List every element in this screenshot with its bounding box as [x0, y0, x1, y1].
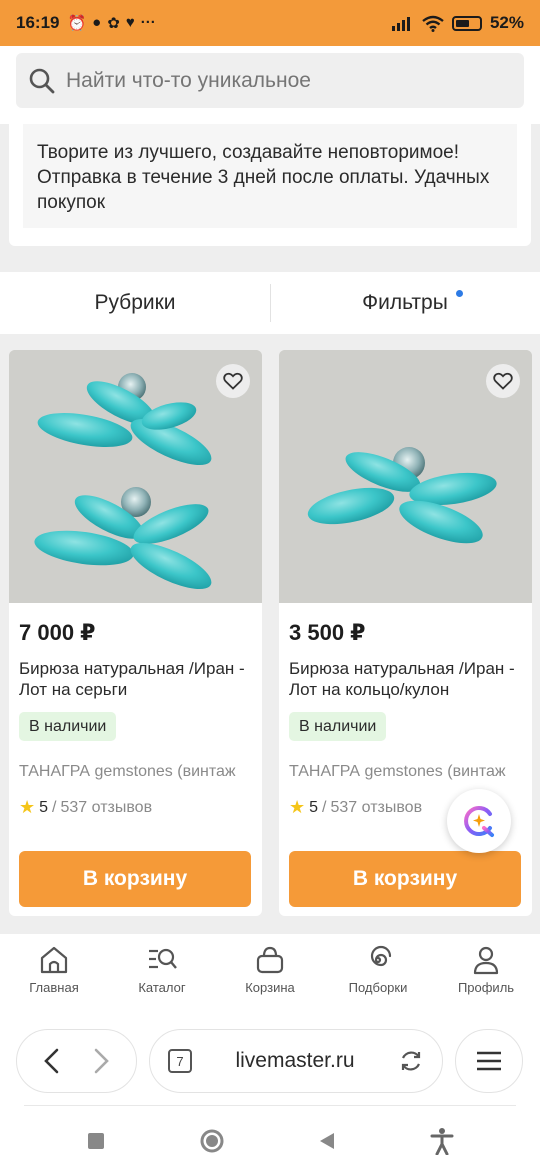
favorite-button[interactable] — [486, 364, 520, 398]
tab-rubrics-label: Рубрики — [94, 291, 176, 314]
tab-filters-label: Фильтры — [362, 291, 448, 314]
product-rating: ★ 5 / 537 отзывов — [19, 797, 152, 818]
favorite-button[interactable] — [216, 364, 250, 398]
profile-icon — [473, 946, 499, 975]
address-bar[interactable]: 7 livemaster.ru — [149, 1029, 443, 1093]
notification-icons: ⏰ ● ✿ ♥ ··· — [67, 14, 155, 32]
rating-value: 5 — [39, 798, 49, 816]
product-title[interactable]: Бирюза натуральная /Иран - Лот на серьги — [19, 658, 255, 700]
battery-icon — [451, 15, 482, 31]
wifi-icon — [422, 15, 444, 32]
product-rating: ★ 5 / 537 отзывов — [289, 797, 422, 818]
heart-icon: ♥ — [125, 14, 135, 31]
nav-cart[interactable]: Корзина — [216, 934, 324, 1012]
shop-description: Творите из лучшего, создавайте неповтори… — [23, 124, 517, 228]
product-image[interactable] — [279, 350, 532, 603]
rating-value: 5 — [309, 798, 319, 816]
filter-tabs: Рубрики Фильтры — [0, 272, 540, 334]
toolbar-divider — [24, 1105, 516, 1106]
back-arrow-icon[interactable] — [40, 1047, 64, 1075]
back-button-icon[interactable] — [317, 1131, 337, 1151]
status-time: 16:19 — [16, 13, 60, 32]
shop-name[interactable]: ТАНАГРА gemstones (винтаж — [19, 763, 244, 781]
browser-nav-buttons — [16, 1029, 137, 1093]
system-navigation-bar — [0, 1112, 540, 1170]
more-notifications-icon: ··· — [140, 14, 156, 31]
search-icon — [29, 68, 55, 93]
nav-home-label: Главная — [29, 980, 79, 995]
product-price: 3 500 ₽ — [289, 620, 366, 645]
browser-menu-button[interactable] — [455, 1029, 523, 1093]
product-price: 7 000 ₽ — [19, 620, 96, 645]
product-title[interactable]: Бирюза натуральная /Иран - Лот на кольцо… — [289, 658, 525, 700]
nav-catalog-label: Каталог — [138, 980, 186, 995]
search-header — [0, 46, 540, 124]
reviews-count: 537 отзывов — [60, 798, 153, 816]
add-to-cart-button[interactable]: В корзину — [289, 851, 521, 907]
spiral-icon — [370, 945, 392, 967]
cart-basket-icon — [256, 946, 284, 974]
product-image[interactable] — [9, 350, 262, 603]
menu-hamburger-icon — [477, 1051, 501, 1071]
chat-icon: ● — [92, 14, 102, 31]
reload-icon[interactable] — [398, 1048, 424, 1074]
home-button-icon[interactable] — [199, 1128, 225, 1154]
assistant-button[interactable] — [447, 789, 511, 853]
nav-collections[interactable]: Подборки — [324, 934, 432, 1012]
url-text[interactable]: livemaster.ru — [192, 1049, 398, 1073]
browser-toolbar: 7 livemaster.ru — [0, 1012, 540, 1112]
alarm-icon: ⏰ — [67, 15, 87, 32]
app-icon: ✿ — [107, 15, 120, 32]
battery-percent: 52% — [489, 13, 524, 32]
shop-description-card: Творите из лучшего, создавайте неповтори… — [9, 124, 531, 246]
bottom-navigation: Главная Каталог Корзина Подборки Профиль — [0, 934, 540, 1012]
nav-home[interactable]: Главная — [0, 934, 108, 1012]
nav-catalog[interactable]: Каталог — [108, 934, 216, 1012]
rating-separator: / — [52, 798, 57, 816]
search-bar[interactable] — [16, 53, 524, 108]
tab-count-icon[interactable]: 7 — [168, 1049, 192, 1073]
filter-indicator-dot — [456, 290, 463, 297]
nav-collections-label: Подборки — [348, 980, 408, 995]
catalog-search-icon — [149, 948, 177, 969]
product-card[interactable]: 7 000 ₽ Бирюза натуральная /Иран - Лот н… — [9, 350, 262, 916]
shop-name[interactable]: ТАНАГРА gemstones (винтаж — [289, 763, 514, 781]
star-icon: ★ — [289, 797, 306, 817]
availability-badge: В наличии — [19, 712, 117, 741]
home-icon — [40, 946, 68, 974]
star-icon: ★ — [19, 797, 36, 817]
tab-rubrics[interactable]: Рубрики — [0, 272, 270, 334]
accessibility-icon[interactable] — [430, 1127, 454, 1155]
tab-filters[interactable]: Фильтры — [270, 272, 540, 334]
forward-arrow-icon[interactable] — [89, 1047, 113, 1075]
nav-profile[interactable]: Профиль — [432, 934, 540, 1012]
rating-separator: / — [322, 798, 327, 816]
nav-profile-label: Профиль — [457, 980, 515, 995]
signal-icon — [391, 17, 410, 31]
reviews-count: 537 отзывов — [330, 798, 423, 816]
add-to-cart-button[interactable]: В корзину — [19, 851, 251, 907]
status-bar: 16:19 ⏰ ● ✿ ♥ ··· 52% — [0, 0, 540, 46]
heart-outline-icon — [493, 372, 513, 390]
tab-divider — [270, 284, 271, 322]
assistant-icon — [464, 806, 494, 837]
nav-cart-label: Корзина — [245, 980, 295, 995]
recent-apps-icon[interactable] — [86, 1131, 106, 1151]
availability-badge: В наличии — [289, 712, 387, 741]
search-input[interactable] — [66, 68, 506, 93]
heart-outline-icon — [223, 372, 243, 390]
